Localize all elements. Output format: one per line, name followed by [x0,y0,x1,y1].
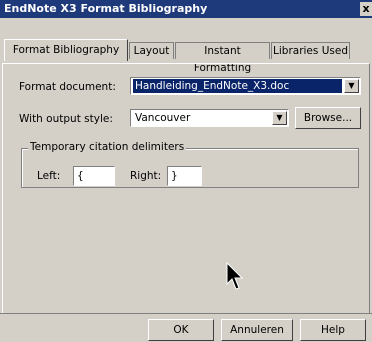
format-document-select[interactable]: Handleiding_EndNote_X3.doc ▼ [130,77,361,95]
help-button[interactable]: Help [300,319,366,341]
tab-libraries-used[interactable]: Libraries Used [271,42,350,59]
browse-button[interactable]: Browse... [295,107,361,129]
output-style-label: With output style: [19,113,113,125]
bottom-divider [0,313,372,314]
chevron-down-icon[interactable]: ▼ [344,79,359,93]
tab-panel [2,63,370,313]
output-style-select[interactable]: Vancouver ▼ [130,109,289,127]
window-title: EndNote X3 Format Bibliography [4,2,208,15]
tab-format-bibliography[interactable]: Format Bibliography [4,39,128,61]
left-delimiter-label: Left: [37,170,61,182]
title-bar: EndNote X3 Format Bibliography x [0,0,372,18]
left-delimiter-input[interactable]: { [73,166,115,186]
delimiters-group-label: Temporary citation delimiters [28,141,187,153]
close-button[interactable]: x [360,2,372,16]
format-document-value: Handleiding_EndNote_X3.doc [133,79,342,93]
right-delimiter-label: Right: [130,170,162,182]
mouse-pointer-icon [226,262,244,290]
chevron-down-icon[interactable]: ▼ [272,111,287,125]
tab-strip: Format Bibliography Layout Instant Forma… [0,18,372,74]
cancel-button[interactable]: Annuleren [221,319,293,341]
output-style-value: Vancouver [135,112,191,124]
tab-layout[interactable]: Layout [129,42,174,59]
tab-instant-formatting[interactable]: Instant Formatting [175,42,270,74]
format-document-label: Format document: [19,81,116,93]
ok-button[interactable]: OK [148,319,214,341]
right-delimiter-input[interactable]: } [167,166,202,186]
